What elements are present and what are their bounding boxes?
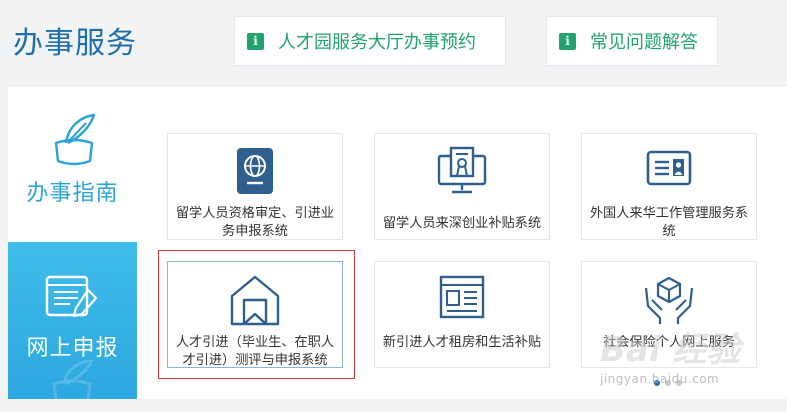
info-icon: i: [559, 32, 576, 50]
sidebar-report-label: 网上申报: [26, 336, 119, 361]
service-label: 社会保险个人网上服务: [603, 335, 735, 350]
id-card-icon: [646, 150, 692, 186]
service-label: 留学人员来深创业补贴系统: [382, 216, 542, 231]
web-layout-icon: [439, 275, 485, 319]
appointment-button[interactable]: i 人才园服务大厅办事预约: [234, 16, 506, 66]
pager-dot[interactable]: [654, 380, 660, 386]
carousel-pager: [654, 380, 682, 386]
pager-dot[interactable]: [665, 380, 671, 386]
service-label: 外国人来华工作管理服务系统: [589, 206, 749, 239]
sidebar-item-guide[interactable]: 办事指南: [8, 87, 137, 242]
form-edit-icon: [45, 275, 98, 318]
service-card-housing-subsidy[interactable]: 新引进人才租房和生活补贴: [374, 261, 550, 368]
service-card-foreigner-work[interactable]: 外国人来华工作管理服务系统: [581, 133, 757, 240]
faq-label: 常见问题解答: [590, 32, 698, 53]
house-bookmark-icon: [230, 275, 280, 326]
page-title: 办事服务: [13, 26, 137, 61]
monitor-certificate-icon: [437, 146, 487, 194]
sidebar-item-online-report[interactable]: 网上申报: [8, 242, 137, 399]
quill-inkpot-icon: [52, 360, 94, 399]
faq-button[interactable]: i 常见问题解答: [546, 16, 718, 66]
service-label: 人才引进（毕业生、在职人才引进）测评与申报系统: [175, 335, 335, 368]
service-card-talent-introduction[interactable]: 人才引进（毕业生、在职人才引进）测评与申报系统: [167, 261, 343, 368]
info-icon: i: [247, 32, 264, 50]
pager-dot[interactable]: [676, 380, 682, 386]
hands-cube-icon: [644, 276, 694, 324]
sidebar-guide-label: 办事指南: [26, 181, 119, 206]
service-label: 新引进人才租房和生活补贴: [382, 335, 542, 350]
quill-inkpot-icon: [54, 113, 96, 166]
service-card-social-insurance[interactable]: 社会保险个人网上服务: [581, 261, 757, 368]
service-label: 留学人员资格审定、引进业务申报系统: [175, 206, 335, 239]
passport-icon: [237, 148, 273, 194]
appointment-label: 人才园服务大厅办事预约: [278, 32, 476, 53]
service-card-startup-subsidy[interactable]: 留学人员来深创业补贴系统: [374, 133, 550, 240]
service-card-overseas-qualification[interactable]: 留学人员资格审定、引进业务申报系统: [167, 133, 343, 240]
